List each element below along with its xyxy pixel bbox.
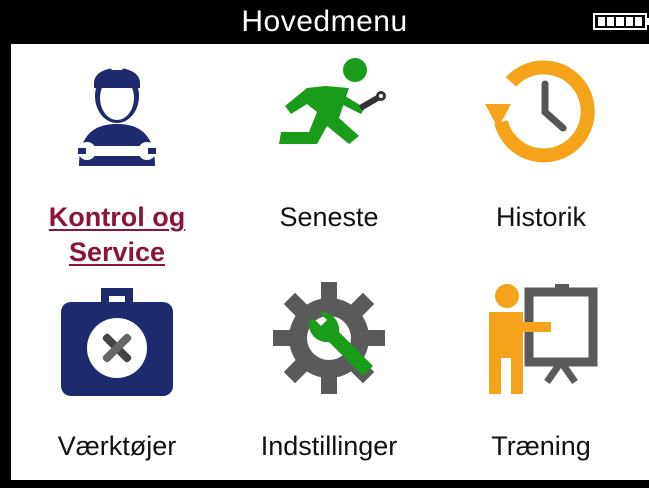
menu-item-indstillinger[interactable]: Indstillinger <box>223 262 435 480</box>
page-title: Hovedmenu <box>241 5 408 38</box>
presenter-board-icon <box>489 284 598 394</box>
menu-item-historik[interactable]: Historik <box>435 44 647 262</box>
mechanic-icon <box>78 64 156 166</box>
history-clock-icon <box>485 60 595 163</box>
menu-item-label: Seneste <box>279 202 379 232</box>
toolbox-icon <box>61 288 173 396</box>
menu-grid: Kontrol og Service Seneste Historik Værk… <box>11 44 649 480</box>
menu-item-label: Værktøjer <box>57 431 177 461</box>
battery-full-icon <box>593 13 649 30</box>
menu-item-label: Træning <box>491 431 591 461</box>
menu-item-vaerktoejer[interactable]: Værktøjer <box>11 262 223 480</box>
menu-item-seneste[interactable]: Seneste <box>223 44 435 262</box>
running-man-wrench-icon <box>279 58 386 144</box>
title-bar: Hovedmenu <box>0 0 649 44</box>
menu-item-kontrol-og-service[interactable]: Kontrol og Service <box>11 44 223 267</box>
menu-item-label: Kontrol og Service <box>48 202 186 267</box>
menu-item-traening[interactable]: Træning <box>435 262 647 480</box>
menu-item-label: Indstillinger <box>260 431 398 461</box>
gear-wrench-icon <box>273 282 385 394</box>
menu-item-label: Historik <box>495 202 586 232</box>
main-menu-screen: Hovedmenu Kontrol og Service Seneste His… <box>0 0 649 488</box>
